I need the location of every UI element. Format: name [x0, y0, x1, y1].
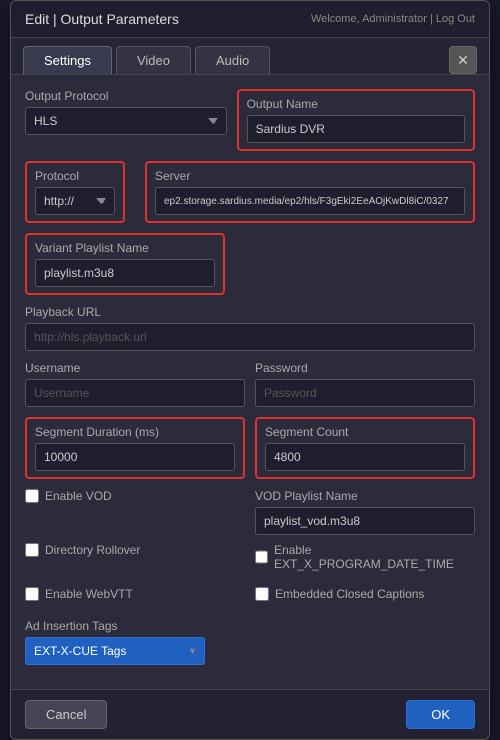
server-input[interactable] [155, 187, 465, 215]
output-protocol-select-wrap[interactable]: HLS [25, 107, 227, 135]
enable-webvtt-checkbox[interactable] [25, 587, 39, 601]
rollover-ext-row: Directory Rollover Enable EXT_X_PROGRAM_… [25, 543, 475, 579]
vod-row: Enable VOD VOD Playlist Name [25, 489, 475, 535]
enable-ext-label: Enable EXT_X_PROGRAM_DATE_TIME [274, 543, 475, 571]
user-pass-row: Username Password [25, 361, 475, 407]
output-name-group: Output Name [237, 89, 475, 151]
directory-rollover-checkbox-row: Directory Rollover [25, 543, 245, 557]
embedded-closed-captions-checkbox-row: Embedded Closed Captions [255, 587, 475, 601]
directory-rollover-checkbox[interactable] [25, 543, 39, 557]
variant-playlist-group: Variant Playlist Name [25, 233, 225, 295]
enable-ext-checkbox[interactable] [255, 550, 268, 564]
settings-content: Output Protocol HLS Output Name Protocol… [11, 75, 489, 689]
playback-url-input[interactable] [25, 323, 475, 351]
embedded-closed-captions-group: Embedded Closed Captions [255, 587, 475, 609]
ad-insertion-tags-label: Ad Insertion Tags [25, 619, 475, 633]
embedded-closed-captions-checkbox[interactable] [255, 587, 269, 601]
username-label: Username [25, 361, 245, 375]
embedded-closed-captions-label: Embedded Closed Captions [275, 587, 424, 601]
segment-count-label: Segment Count [265, 425, 465, 439]
output-protocol-select[interactable]: HLS [25, 107, 227, 135]
title-bar: Edit | Output Parameters Welcome, Admini… [11, 1, 489, 38]
enable-vod-label: Enable VOD [45, 489, 112, 503]
directory-rollover-label: Directory Rollover [45, 543, 140, 557]
username-input[interactable] [25, 379, 245, 407]
enable-webvtt-checkbox-row: Enable WebVTT [25, 587, 245, 601]
password-input[interactable] [255, 379, 475, 407]
server-group: Server [145, 161, 475, 223]
dialog: Edit | Output Parameters Welcome, Admini… [10, 0, 490, 740]
variant-playlist-row: Variant Playlist Name [25, 233, 475, 295]
ok-button[interactable]: OK [406, 700, 475, 729]
segment-count-group: Segment Count [255, 417, 475, 479]
dialog-title: Edit | Output Parameters [25, 11, 179, 27]
directory-rollover-group: Directory Rollover [25, 543, 245, 579]
enable-vod-group: Enable VOD [25, 489, 245, 535]
ad-insertion-tags-select-wrap[interactable]: EXT-X-CUE Tags [25, 637, 205, 665]
vod-playlist-name-group: VOD Playlist Name [255, 489, 475, 535]
protocol-group: Protocol http:// [25, 161, 125, 223]
tab-video[interactable]: Video [116, 46, 191, 74]
password-group: Password [255, 361, 475, 407]
tab-settings[interactable]: Settings [23, 46, 112, 74]
footer: Cancel OK [11, 689, 489, 739]
variant-playlist-input[interactable] [35, 259, 215, 287]
enable-vod-checkbox[interactable] [25, 489, 39, 503]
output-name-input[interactable] [247, 115, 465, 143]
variant-playlist-label: Variant Playlist Name [35, 241, 215, 255]
segment-duration-input[interactable] [35, 443, 235, 471]
username-group: Username [25, 361, 245, 407]
tab-audio[interactable]: Audio [195, 46, 270, 74]
output-protocol-group: Output Protocol HLS [25, 89, 227, 135]
webvtt-captions-row: Enable WebVTT Embedded Closed Captions [25, 587, 475, 609]
enable-webvtt-group: Enable WebVTT [25, 587, 245, 609]
output-protocol-label: Output Protocol [25, 89, 227, 103]
protocol-select-wrap[interactable]: http:// [35, 187, 115, 215]
enable-ext-checkbox-row: Enable EXT_X_PROGRAM_DATE_TIME [255, 543, 475, 571]
enable-vod-checkbox-row: Enable VOD [25, 489, 245, 503]
enable-webvtt-label: Enable WebVTT [45, 587, 133, 601]
segment-duration-label: Segment Duration (ms) [35, 425, 235, 439]
vod-playlist-name-label: VOD Playlist Name [255, 489, 475, 503]
enable-ext-group: Enable EXT_X_PROGRAM_DATE_TIME [255, 543, 475, 579]
protocol-server-row: Protocol http:// Server [25, 161, 475, 223]
server-label: Server [155, 169, 465, 183]
output-name-label: Output Name [247, 97, 465, 111]
password-label: Password [255, 361, 475, 375]
segment-count-input[interactable] [265, 443, 465, 471]
playback-url-group: Playback URL [25, 305, 475, 351]
top-right-info: Welcome, Administrator | Log Out [311, 13, 475, 25]
protocol-outputname-row: Output Protocol HLS Output Name [25, 89, 475, 151]
segment-duration-group: Segment Duration (ms) [25, 417, 245, 479]
tab-bar: Settings Video Audio ✕ [11, 38, 489, 75]
vod-playlist-name-input[interactable] [255, 507, 475, 535]
protocol-select[interactable]: http:// [35, 187, 115, 215]
close-button[interactable]: ✕ [449, 46, 477, 74]
protocol-label: Protocol [35, 169, 115, 183]
ad-insertion-tags-select[interactable]: EXT-X-CUE Tags [25, 637, 205, 665]
playback-url-label: Playback URL [25, 305, 475, 319]
segment-row: Segment Duration (ms) Segment Count [25, 417, 475, 479]
cancel-button[interactable]: Cancel [25, 700, 107, 729]
ad-insertion-tags-group: Ad Insertion Tags EXT-X-CUE Tags [25, 619, 475, 665]
